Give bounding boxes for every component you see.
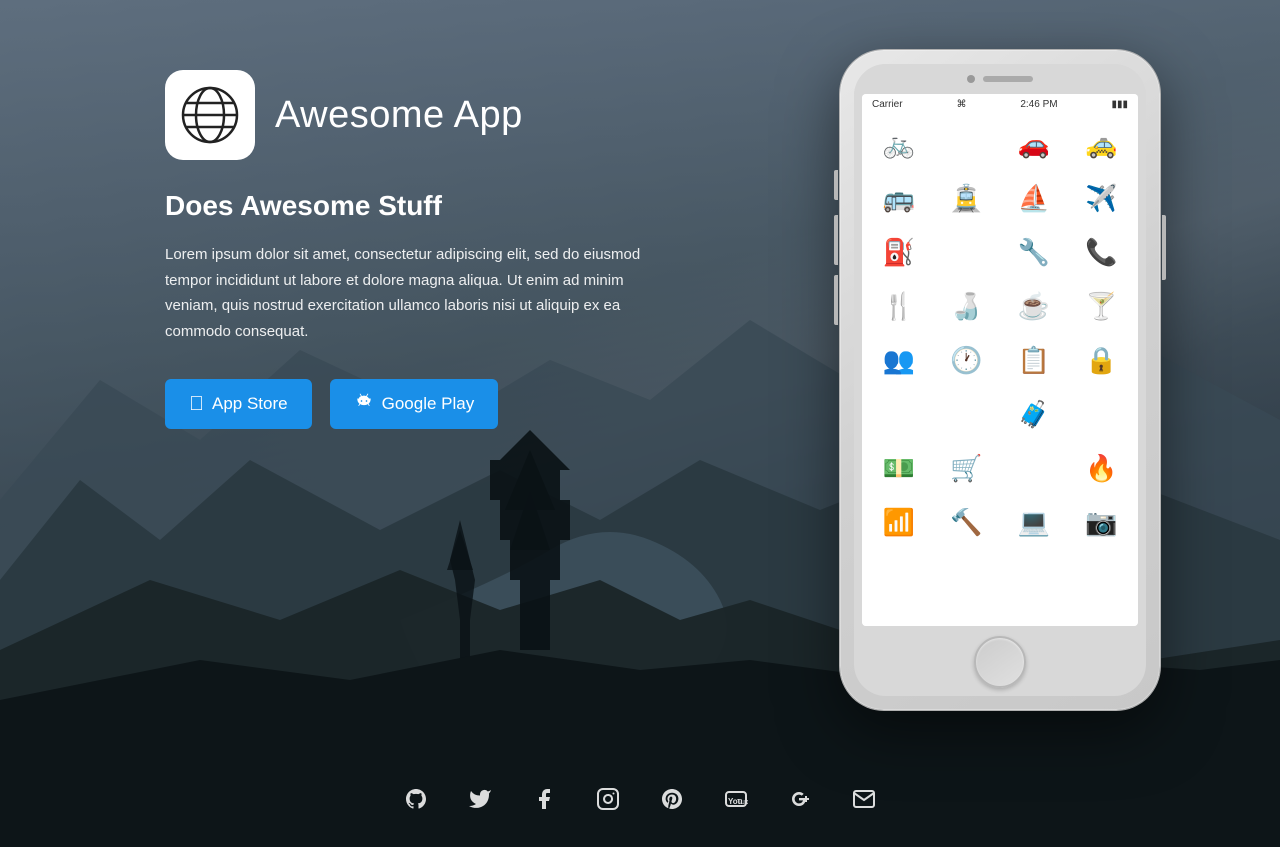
home-button[interactable] xyxy=(974,636,1026,688)
googleplus-icon[interactable] xyxy=(782,781,818,817)
earpiece xyxy=(983,76,1033,82)
grid-cell: 🍸 xyxy=(1069,280,1135,332)
grid-cell: 🍴 xyxy=(866,280,932,332)
github-logo xyxy=(404,787,428,811)
left-panel: Awesome App Does Awesome Stuff Lorem ips… xyxy=(165,70,645,429)
app-tagline: Does Awesome Stuff xyxy=(165,190,645,222)
grid-cell: 🛏 xyxy=(866,388,932,440)
icon-grid: 🚲 🏍 🚗 🚕 🚌 🚊 ⛵ ✈️ ⛽ 🗺 🔧 xyxy=(866,118,1134,548)
grid-cell: 📶 xyxy=(866,496,932,548)
page-content: Awesome App Does Awesome Stuff Lorem ips… xyxy=(0,0,1280,847)
facebook-logo xyxy=(532,787,556,811)
googleplay-button[interactable]: Google Play xyxy=(330,379,499,429)
social-footer: You Tube xyxy=(0,781,1280,817)
grid-cell: 🛒 xyxy=(934,442,1000,494)
appstore-label: App Store xyxy=(212,394,288,414)
wifi-signal: ⌘ xyxy=(956,99,966,110)
grid-cell: 💵 xyxy=(866,442,932,494)
grid-cell: 🔥 xyxy=(1069,442,1135,494)
globe-icon xyxy=(180,85,240,145)
app-icon xyxy=(165,70,255,160)
time-label: 2:46 PM xyxy=(1020,99,1057,110)
grid-cell: 🏍 xyxy=(934,118,1000,170)
pinterest-logo xyxy=(660,787,684,811)
email-logo xyxy=(852,787,876,811)
phone-inner: Carrier ⌘ 2:46 PM ▮▮▮ 🚲 🏍 🚗 🚕 xyxy=(854,64,1146,696)
youtube-icon[interactable]: You Tube xyxy=(718,781,754,817)
twitter-icon[interactable] xyxy=(462,781,498,817)
grid-cell: 📋 xyxy=(1001,334,1067,386)
grid-cell: 🗺 xyxy=(934,226,1000,278)
grid-cell: 🍶 xyxy=(934,280,1000,332)
phone-screen: Carrier ⌘ 2:46 PM ▮▮▮ 🚲 🏍 🚗 🚕 xyxy=(862,94,1138,626)
cta-buttons:  App Store Google Play xyxy=(165,379,645,429)
googleplay-label: Google Play xyxy=(382,394,475,414)
volume-up-button xyxy=(834,215,838,265)
github-icon[interactable] xyxy=(398,781,434,817)
app-description: Lorem ipsum dolor sit amet, consectetur … xyxy=(165,242,645,344)
mute-button xyxy=(834,170,838,200)
youtube-logo: You Tube xyxy=(724,787,748,811)
phone-top-bar xyxy=(854,64,1146,94)
googleplus-logo xyxy=(788,787,812,811)
grid-cell: 🕐 xyxy=(934,334,1000,386)
grid-cell: 🚕 xyxy=(1069,118,1135,170)
grid-cell: 🛡 xyxy=(1069,388,1135,440)
grid-cell: 💻 xyxy=(1001,496,1067,548)
grid-cell: ⛵ xyxy=(1001,172,1067,224)
grid-cell: 🧳 xyxy=(1001,388,1067,440)
grid-cell: 🔧 xyxy=(1001,226,1067,278)
phone-body: Carrier ⌘ 2:46 PM ▮▮▮ 🚲 🏍 🚗 🚕 xyxy=(840,50,1160,710)
grid-cell: ✈️ xyxy=(1069,172,1135,224)
grid-cell: ⛽ xyxy=(866,226,932,278)
carrier-label: Carrier xyxy=(872,99,903,110)
grid-cell: 👥 xyxy=(866,334,932,386)
grid-cell: 🚲 xyxy=(866,118,932,170)
grid-cell: ☕ xyxy=(1001,280,1067,332)
power-button xyxy=(1162,215,1166,280)
appstore-button[interactable]:  App Store xyxy=(165,379,312,429)
app-grid: 🚲 🏍 🚗 🚕 🚌 🚊 ⛵ ✈️ ⛽ 🗺 🔧 xyxy=(862,114,1138,626)
grid-cell: 📞 xyxy=(1069,226,1135,278)
app-title: Awesome App xyxy=(275,94,523,137)
grid-cell: 🚊 xyxy=(934,172,1000,224)
grid-cell: 🔨 xyxy=(934,496,1000,548)
status-bar: Carrier ⌘ 2:46 PM ▮▮▮ xyxy=(862,94,1138,114)
pinterest-icon[interactable] xyxy=(654,781,690,817)
grid-cell: 📷 xyxy=(1069,496,1135,548)
battery-label: ▮▮▮ xyxy=(1111,99,1128,110)
apple-icon:  xyxy=(189,393,204,416)
front-camera xyxy=(967,75,975,83)
grid-cell: 🚌 xyxy=(866,172,932,224)
android-icon xyxy=(354,391,374,417)
phone-mockup: Carrier ⌘ 2:46 PM ▮▮▮ 🚲 🏍 🚗 🚕 xyxy=(840,50,1160,710)
facebook-icon[interactable] xyxy=(526,781,562,817)
app-header: Awesome App xyxy=(165,70,645,160)
email-icon[interactable] xyxy=(846,781,882,817)
grid-cell: 🔒 xyxy=(1069,334,1135,386)
instagram-icon[interactable] xyxy=(590,781,626,817)
instagram-logo xyxy=(596,787,620,811)
volume-down-button xyxy=(834,275,838,325)
twitter-logo xyxy=(468,787,492,811)
grid-cell: 🚗 xyxy=(1001,118,1067,170)
grid-cell: 🗑 xyxy=(1001,442,1067,494)
android-logo xyxy=(354,391,374,411)
svg-text:Tube: Tube xyxy=(737,799,748,806)
grid-cell: ❤ xyxy=(934,388,1000,440)
